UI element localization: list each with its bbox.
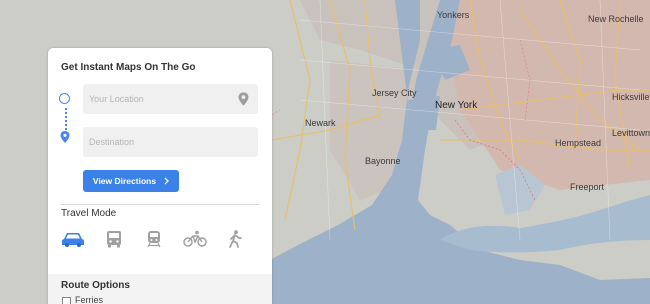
view-directions-button[interactable]: View Directions (83, 170, 179, 192)
chevron-right-icon (164, 177, 169, 185)
travel-mode-label: Travel Mode (61, 208, 117, 219)
divider (61, 204, 259, 205)
map-label-freeport: Freeport (570, 182, 605, 192)
mode-walk[interactable] (221, 228, 249, 250)
mode-train[interactable] (140, 228, 168, 250)
mode-bike[interactable] (181, 228, 209, 250)
ferries-label: Ferries (75, 295, 104, 304)
map-label-jersey-city: Jersey City (372, 88, 417, 98)
map-label-hempstead: Hempstead (555, 138, 602, 148)
map-label-new-rochelle: New Rochelle (588, 14, 644, 24)
map-label-levittown: Levittown (612, 128, 650, 138)
location-pin-icon[interactable] (238, 92, 249, 106)
car-icon (62, 233, 84, 247)
view-directions-label: View Directions (92, 176, 157, 186)
route-options-label: Route Options (61, 280, 130, 291)
map-label-newark: Newark (305, 118, 336, 128)
destination-input[interactable] (83, 127, 258, 157)
mode-bus[interactable] (100, 228, 128, 250)
map-label-yonkers: Yonkers (437, 10, 470, 20)
walk-icon (229, 230, 242, 248)
destination-pin-icon (60, 131, 70, 143)
map-label-new-york: New York (435, 100, 478, 111)
panel-title: Get Instant Maps On The Go (61, 62, 196, 73)
directions-panel: Get Instant Maps On The Go View Directio… (48, 48, 272, 304)
map-label-hicksville: Hicksville (612, 92, 650, 102)
map-label-bayonne: Bayonne (365, 156, 401, 166)
route-connector (65, 108, 67, 130)
origin-circle-icon (59, 93, 70, 104)
origin-input[interactable] (83, 84, 258, 114)
bus-icon (107, 231, 121, 248)
mode-car[interactable] (59, 228, 87, 250)
train-icon (147, 231, 161, 248)
ferries-checkbox[interactable] (62, 297, 71, 304)
bike-icon (183, 230, 207, 247)
